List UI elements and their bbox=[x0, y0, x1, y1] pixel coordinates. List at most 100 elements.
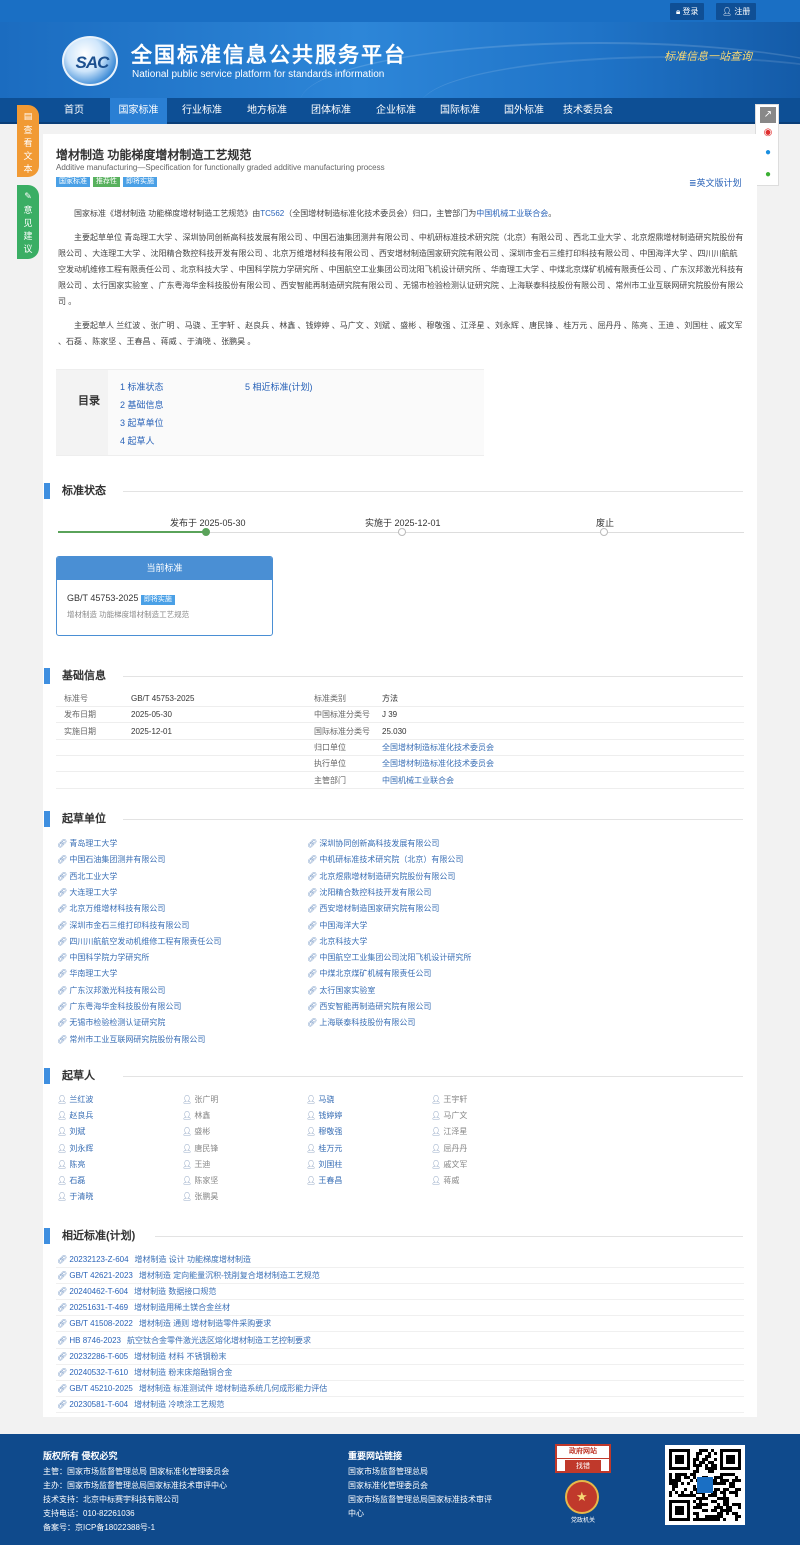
toc-item-basic[interactable]: 2 基础信息 bbox=[120, 398, 164, 411]
drafting-unit-link[interactable]: 🔗︎ 青岛理工大学 bbox=[57, 836, 117, 852]
sac-logo[interactable]: SAC bbox=[62, 36, 118, 86]
related-standard-link[interactable]: 🔗︎ 20240462-T-604 增材制造 数据接口规范 bbox=[57, 1284, 216, 1300]
drafting-unit-link[interactable]: 🔗︎ 西安增材制造国家研究院有限公司 bbox=[307, 901, 439, 917]
drafter-link[interactable]: 👤︎ 桂万元 bbox=[306, 1141, 342, 1157]
nav-home[interactable]: 首页 bbox=[49, 98, 99, 124]
share-icon[interactable]: ↗ bbox=[760, 107, 776, 123]
drafter-link[interactable]: 👤︎ 刘国柱 bbox=[306, 1157, 342, 1173]
drafter-link[interactable]: 👤︎ 盛彬 bbox=[182, 1124, 210, 1140]
related-standard-link[interactable]: 🔗︎ HB 8746-2023 航空钛合金零件激光选区熔化增材制造工艺控制要求 bbox=[57, 1333, 311, 1349]
weibo-icon[interactable]: ◉ bbox=[760, 125, 776, 141]
drafting-unit-link[interactable]: 🔗︎ 北京科技大学 bbox=[307, 934, 367, 950]
party-gov-emblem[interactable]: ★ bbox=[565, 1480, 599, 1514]
register-button[interactable]: 👤︎ 注册 bbox=[716, 3, 757, 20]
related-standard-link[interactable]: 🔗︎ GB/T 45210-2025 增材制造 标准测试件 增材制造系统几何成形能… bbox=[57, 1381, 327, 1397]
footer-link[interactable]: 国家标准化管理委员会 bbox=[348, 1479, 428, 1493]
nav-group-standards[interactable]: 团体标准 bbox=[302, 98, 360, 124]
current-standard-card[interactable]: 当前标准 GB/T 45753-2025 即将实施 增材制造 功能梯度增材制造工… bbox=[56, 556, 273, 636]
drafting-unit-link[interactable]: 🔗︎ 中国石油集团测井有限公司 bbox=[57, 852, 165, 868]
footer-link[interactable]: 国家市场监督管理总局国家标准技术审评 bbox=[348, 1493, 492, 1507]
drafter-link[interactable]: 👤︎ 王迪 bbox=[182, 1157, 210, 1173]
field-value-link[interactable]: 全国增材制造标准化技术委员会 bbox=[382, 740, 494, 756]
drafting-unit-link[interactable]: 🔗︎ 大连理工大学 bbox=[57, 885, 117, 901]
drafter-link[interactable]: 👤︎ 陈家坚 bbox=[182, 1173, 218, 1189]
drafter-link[interactable]: 👤︎ 刘斌 bbox=[57, 1124, 85, 1140]
department-link[interactable]: 中国机械工业联合会 bbox=[476, 209, 548, 218]
drafting-unit-link[interactable]: 🔗︎ 西北工业大学 bbox=[57, 869, 117, 885]
drafter-link[interactable]: 👤︎ 屈丹丹 bbox=[431, 1141, 467, 1157]
login-button[interactable]: 🔒︎ 登录 bbox=[670, 3, 705, 20]
drafting-unit-link[interactable]: 🔗︎ 北京煜鼎增材制造研究院股份有限公司 bbox=[307, 869, 455, 885]
drafter-link[interactable]: 👤︎ 马骁 bbox=[306, 1092, 334, 1108]
drafting-unit-link[interactable]: 🔗︎ 西安智能再制造研究院有限公司 bbox=[307, 999, 431, 1015]
qq-icon[interactable]: ● bbox=[760, 145, 776, 161]
toc-item-units[interactable]: 3 起草单位 bbox=[120, 416, 164, 429]
related-standard-title: 增材制造用稀土镁合金丝材 bbox=[134, 1303, 231, 1313]
drafting-unit-link[interactable]: 🔗︎ 沈阳精合数控科技开发有限公司 bbox=[307, 885, 431, 901]
drafting-unit-link[interactable]: 🔗︎ 中煤北京煤矿机械有限责任公司 bbox=[307, 966, 431, 982]
drafter-link[interactable]: 👤︎ 钱婷婷 bbox=[306, 1108, 342, 1124]
drafting-unit-link[interactable]: 🔗︎ 上海联泰科技股份有限公司 bbox=[307, 1015, 415, 1031]
footer-link[interactable]: 中心 bbox=[348, 1507, 364, 1521]
field-value-link[interactable]: 全国增材制造标准化技术委员会 bbox=[382, 756, 494, 772]
drafter-link[interactable]: 👤︎ 赵良兵 bbox=[57, 1108, 93, 1124]
drafter-link[interactable]: 👤︎ 林鑫 bbox=[182, 1108, 210, 1124]
nav-national-standards[interactable]: 国家标准 bbox=[110, 98, 167, 124]
related-standard-link[interactable]: 🔗︎ 20232286-T-605 增材制造 材料 不锈钢粉末 bbox=[57, 1349, 227, 1365]
drafting-unit-link[interactable]: 🔗︎ 中国航空工业集团公司沈阳飞机设计研究所 bbox=[307, 950, 471, 966]
drafting-unit-link[interactable]: 🔗︎ 常州市工业互联网研究院股份有限公司 bbox=[57, 1032, 205, 1048]
drafting-unit-link[interactable]: 🔗︎ 华南理工大学 bbox=[57, 966, 117, 982]
nav-enterprise-standards[interactable]: 企业标准 bbox=[367, 98, 425, 124]
toc-item-related[interactable]: 5 相近标准(计划) bbox=[245, 380, 313, 393]
drafter-link[interactable]: 👤︎ 王宇轩 bbox=[431, 1092, 467, 1108]
related-standard-link[interactable]: 🔗︎ GB/T 41508-2022 增材制造 通则 增材制造零件采购要求 bbox=[57, 1316, 271, 1332]
drafting-unit-link[interactable]: 🔗︎ 广东汉邦激光科技有限公司 bbox=[57, 983, 165, 999]
nav-technical-committees[interactable]: 技术委员会 bbox=[557, 98, 619, 124]
nav-industry-standards[interactable]: 行业标准 bbox=[174, 98, 230, 124]
gov-site-error-badge[interactable]: 政府网站 找错 bbox=[555, 1444, 611, 1473]
nav-local-standards[interactable]: 地方标准 bbox=[239, 98, 295, 124]
toc-item-drafters[interactable]: 4 起草人 bbox=[120, 434, 155, 447]
drafter-link[interactable]: 👤︎ 戚文军 bbox=[431, 1157, 467, 1173]
drafter-link[interactable]: 👤︎ 马广文 bbox=[431, 1108, 467, 1124]
toc-item-status[interactable]: 1 标准状态 bbox=[120, 380, 164, 393]
tc-link[interactable]: TC562 bbox=[260, 209, 284, 218]
related-standard-link[interactable]: 🔗︎ GB/T 42621-2023 增材制造 定向能量沉积-铣削复合增材制造工艺… bbox=[57, 1268, 320, 1284]
drafting-unit-link[interactable]: 🔗︎ 中国海洋大学 bbox=[307, 918, 367, 934]
drafting-unit-link[interactable]: 🔗︎ 四川川航航空发动机维修工程有限责任公司 bbox=[57, 934, 221, 950]
drafter-link[interactable]: 👤︎ 陈亮 bbox=[57, 1157, 85, 1173]
drafting-unit-link[interactable]: 🔗︎ 深圳市金石三维打印科技有限公司 bbox=[57, 918, 189, 934]
drafter-link[interactable]: 👤︎ 蒋威 bbox=[431, 1173, 459, 1189]
drafting-unit-link[interactable]: 🔗︎ 广东粤海华金科技股份有限公司 bbox=[57, 999, 181, 1015]
field-value-link[interactable]: 中国机械工业联合会 bbox=[382, 773, 454, 789]
person-icon: 👤︎ bbox=[57, 1192, 70, 1202]
drafter-link[interactable]: 👤︎ 张广明 bbox=[182, 1092, 218, 1108]
drafter-link[interactable]: 👤︎ 唐民锋 bbox=[182, 1141, 218, 1157]
wechat-icon[interactable]: ● bbox=[760, 167, 776, 183]
drafter-link[interactable]: 👤︎ 张鹏昊 bbox=[182, 1189, 218, 1205]
drafter-link[interactable]: 👤︎ 兰红波 bbox=[57, 1092, 93, 1108]
drafting-unit-link[interactable]: 🔗︎ 深圳协同创新高科技发展有限公司 bbox=[307, 836, 439, 852]
drafting-unit-name: 四川川航航空发动机维修工程有限责任公司 bbox=[69, 936, 222, 946]
related-standard-link[interactable]: 🔗︎ 20240532-T-610 增材制造 粉末床熔融铜合金 bbox=[57, 1365, 232, 1381]
nav-foreign-standards[interactable]: 国外标准 bbox=[495, 98, 553, 124]
view-text-tab[interactable]: ▤ 查看文本 bbox=[17, 105, 39, 177]
related-standard-link[interactable]: 🔗︎ 20251631-T-469 增材制造用稀土镁合金丝材 bbox=[57, 1300, 230, 1316]
english-plan-link[interactable]: ≣英文版计划 bbox=[689, 176, 742, 189]
drafting-unit-link[interactable]: 🔗︎ 中机研标准技术研究院（北京）有限公司 bbox=[307, 852, 463, 868]
drafter-link[interactable]: 👤︎ 于清晓 bbox=[57, 1189, 93, 1205]
drafter-link[interactable]: 👤︎ 穆敬强 bbox=[306, 1124, 342, 1140]
drafter-link[interactable]: 👤︎ 江泽星 bbox=[431, 1124, 467, 1140]
nav-international-standards[interactable]: 国际标准 bbox=[431, 98, 489, 124]
footer-link[interactable]: 国家市场监督管理总局 bbox=[348, 1465, 428, 1479]
drafter-link[interactable]: 👤︎ 刘永辉 bbox=[57, 1141, 93, 1157]
related-standard-link[interactable]: 🔗︎ 20232123-Z-604 增材制造 设计 功能梯度增材制造 bbox=[57, 1252, 251, 1268]
feedback-tab[interactable]: ✎ 意见建议 bbox=[17, 185, 39, 259]
drafter-link[interactable]: 👤︎ 石磊 bbox=[57, 1173, 85, 1189]
drafting-unit-link[interactable]: 🔗︎ 中国科学院力学研究所 bbox=[57, 950, 149, 966]
related-standard-link[interactable]: 🔗︎ 20230581-T-604 增材制造 冷喷涂工艺规范 bbox=[57, 1397, 224, 1413]
drafting-unit-link[interactable]: 🔗︎ 太行国家实验室 bbox=[307, 983, 375, 999]
drafter-link[interactable]: 👤︎ 王春昌 bbox=[306, 1173, 342, 1189]
drafting-unit-link[interactable]: 🔗︎ 北京万维增材科技有限公司 bbox=[57, 901, 165, 917]
drafting-unit-link[interactable]: 🔗︎ 无锡市检验检测认证研究院 bbox=[57, 1015, 165, 1031]
